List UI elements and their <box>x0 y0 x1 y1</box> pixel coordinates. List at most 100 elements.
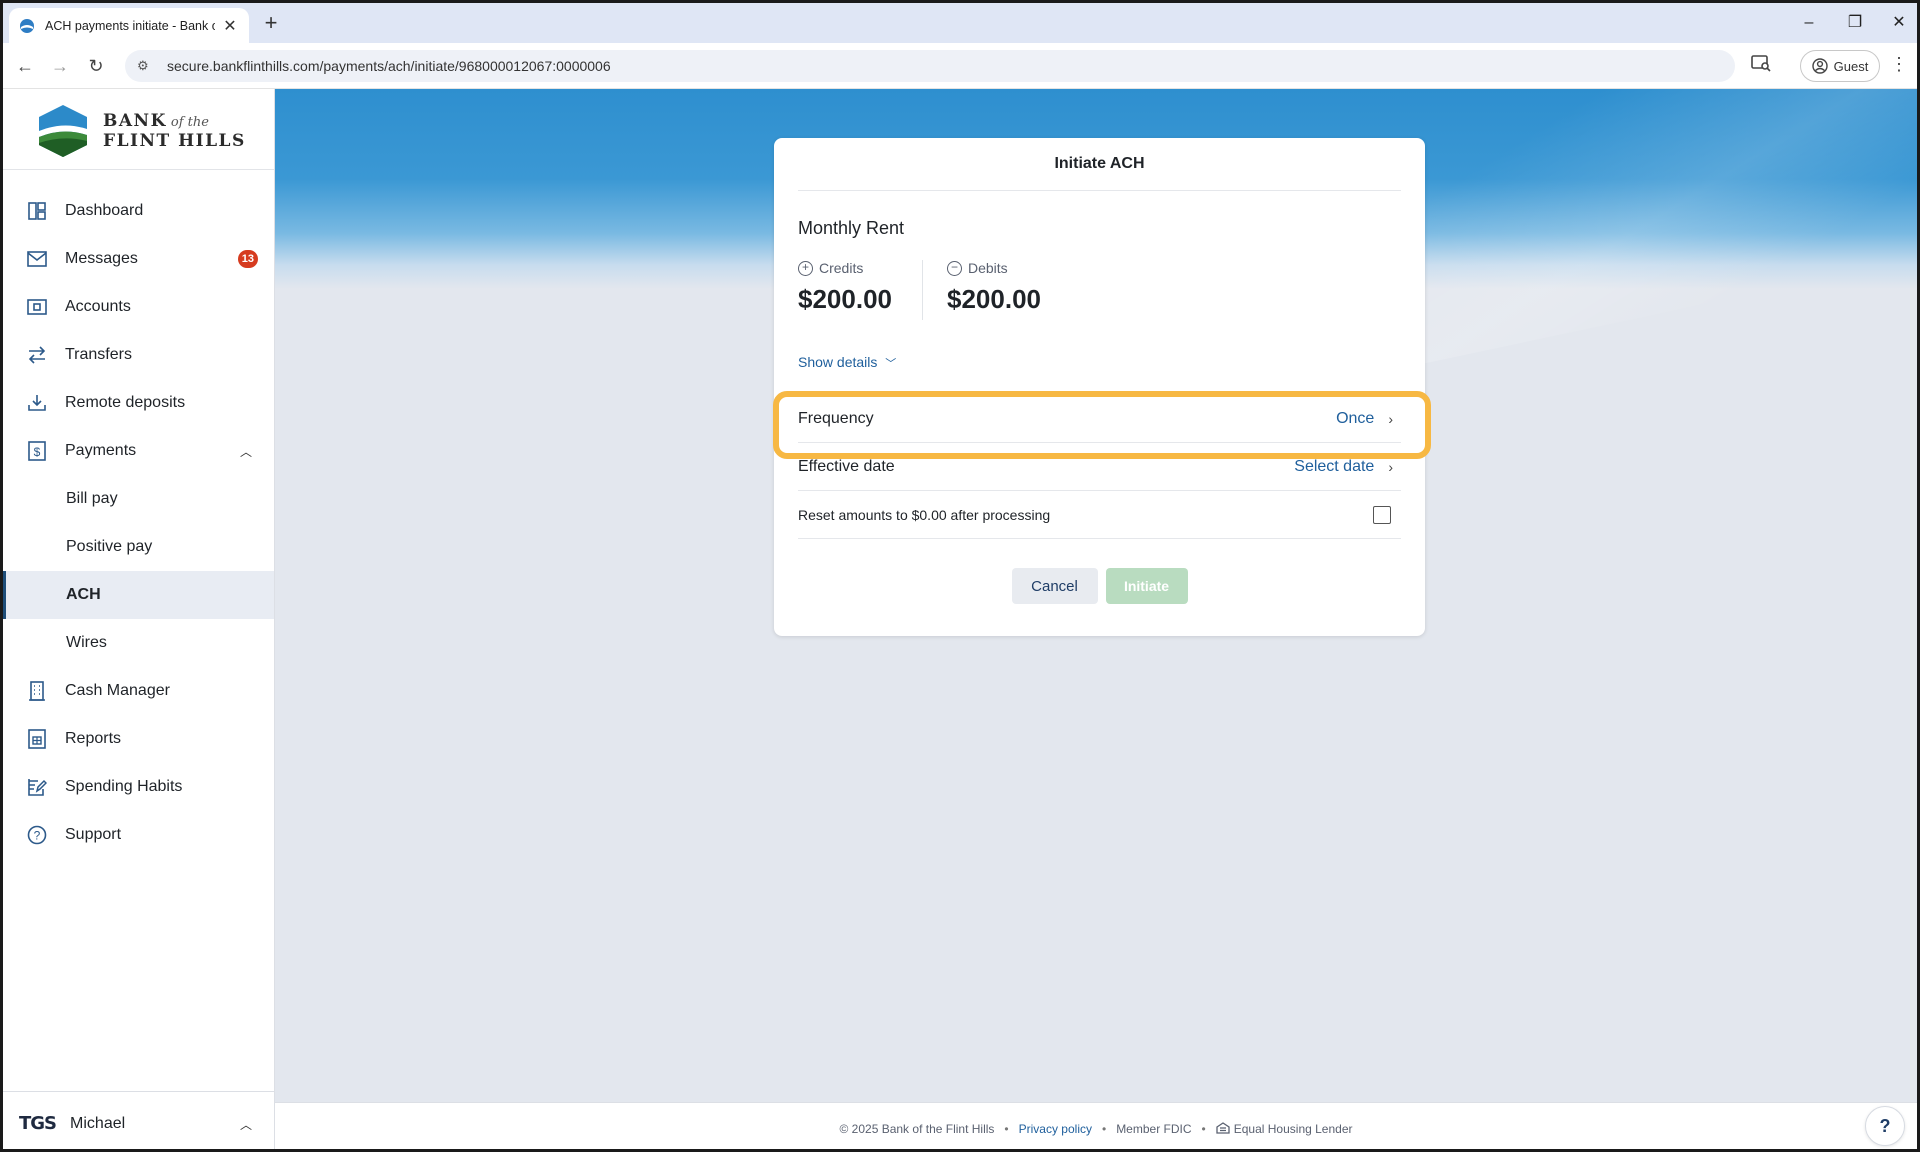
credits-value: $200.00 <box>798 284 892 314</box>
sidebar-item-support[interactable]: ? Support <box>3 811 274 859</box>
browser-toolbar: ← → ↻ ⚙ secure.bankflinthills.com/paymen… <box>3 43 1917 89</box>
reset-amounts-checkbox[interactable] <box>1373 505 1391 524</box>
tab-title: ACH payments initiate - Bank of the Flin… <box>45 18 215 33</box>
sidebar-item-wires[interactable]: Wires <box>3 619 274 667</box>
tab-strip: ACH payments initiate - Bank of the Flin… <box>3 3 1917 43</box>
sidebar-item-label: Dashboard <box>65 202 144 219</box>
close-tab-icon[interactable]: ✕ <box>221 16 239 36</box>
sidebar-item-label: Positive pay <box>66 538 153 555</box>
effective-date-row[interactable]: Effective date Select date › <box>798 443 1401 491</box>
bank-logo-icon <box>39 105 87 157</box>
debits-summary: − Debits $200.00 <box>947 260 1041 315</box>
minimize-icon[interactable]: – <box>1787 9 1831 37</box>
cancel-button[interactable]: Cancel <box>1011 568 1098 604</box>
template-name: Monthly Rent <box>798 218 905 238</box>
close-window-icon[interactable]: ✕ <box>1877 9 1917 37</box>
transfer-icon <box>25 343 49 367</box>
chevron-down-icon: ﹀ <box>885 358 897 370</box>
edit-icon <box>25 775 49 799</box>
sidebar: BANK of the FLINT HILLS Dashboard Message… <box>3 89 275 1149</box>
plus-circle-icon: + <box>798 260 813 276</box>
frequency-value: Once <box>1336 409 1375 427</box>
equal-housing-text: Equal Housing Lender <box>1233 1122 1353 1136</box>
help-circle-icon: ? <box>25 823 49 847</box>
profile-icon <box>1811 58 1828 74</box>
dollar-doc-icon: $ <box>25 439 49 463</box>
debits-label: Debits <box>968 260 1008 276</box>
new-tab-button[interactable]: + <box>257 11 285 37</box>
restore-icon[interactable]: ❐ <box>1833 9 1877 37</box>
dashboard-icon <box>25 199 49 223</box>
svg-text:?: ? <box>34 829 41 843</box>
sidebar-item-label: Messages <box>65 250 138 267</box>
sidebar-item-accounts[interactable]: Accounts <box>3 283 274 331</box>
card-title: Initiate ACH <box>798 138 1401 191</box>
search-tabs-icon[interactable] <box>1748 54 1774 78</box>
reset-amounts-row: Reset amounts to $0.00 after processing <box>798 491 1401 539</box>
separator-dot: • <box>1004 1122 1009 1136</box>
building-icon <box>25 679 49 703</box>
site-info-icon[interactable]: ⚙ <box>137 58 157 74</box>
privacy-policy-link[interactable]: Privacy policy <box>1019 1122 1092 1136</box>
user-menu[interactable]: TGS Michael ︿ <box>3 1091 274 1149</box>
download-icon <box>25 391 49 415</box>
sidebar-item-transfers[interactable]: Transfers <box>3 331 274 379</box>
chevron-right-icon: › <box>1388 410 1393 427</box>
browser-tab[interactable]: ACH payments initiate - Bank of the Flin… <box>9 8 249 43</box>
tgs-logo: TGS <box>19 1113 57 1134</box>
effective-date-value: Select date <box>1294 457 1375 475</box>
profile-label: Guest <box>1833 58 1869 74</box>
messages-badge: 13 <box>237 250 258 268</box>
bank-logo[interactable]: BANK of the FLINT HILLS <box>35 101 246 161</box>
credits-summary: + Credits $200.00 <box>798 260 892 315</box>
sidebar-item-positive-pay[interactable]: Positive pay <box>3 523 274 571</box>
address-bar[interactable]: ⚙ secure.bankflinthills.com/payments/ach… <box>125 50 1735 82</box>
debits-value: $200.00 <box>947 284 1041 314</box>
sidebar-item-label: Spending Habits <box>65 778 183 795</box>
frequency-row[interactable]: Frequency Once › <box>798 395 1401 443</box>
help-button[interactable]: ? <box>1865 1106 1905 1146</box>
report-icon <box>25 727 49 751</box>
show-details-link[interactable]: Show details ﹀ <box>798 354 896 371</box>
url-text: secure.bankflinthills.com/payments/ach/i… <box>167 58 611 74</box>
sidebar-item-spending-habits[interactable]: Spending Habits <box>3 763 274 811</box>
page-footer: © 2025 Bank of the Flint Hills • Privacy… <box>275 1102 1917 1149</box>
card-actions: Cancel Initiate <box>774 568 1425 604</box>
initiate-button[interactable]: Initiate <box>1105 568 1188 604</box>
back-icon[interactable]: ← <box>11 52 39 80</box>
show-details-label: Show details <box>798 354 878 370</box>
sidebar-item-label: ACH <box>66 586 101 603</box>
sidebar-item-payments[interactable]: $ Payments ︿ <box>3 427 274 475</box>
sidebar-item-label: Payments <box>65 442 137 459</box>
sidebar-item-reports[interactable]: Reports <box>3 715 274 763</box>
minus-circle-icon: − <box>947 260 962 276</box>
user-name: Michael <box>70 1114 126 1132</box>
amount-divider <box>922 260 923 320</box>
profile-button[interactable]: Guest <box>1800 50 1880 82</box>
reload-icon[interactable]: ↻ <box>82 52 110 80</box>
sidebar-item-messages[interactable]: Messages 13 <box>3 235 274 283</box>
chevron-up-icon[interactable]: ︿ <box>240 1116 252 1133</box>
sidebar-item-cash-manager[interactable]: Cash Manager <box>3 667 274 715</box>
copyright-text: © 2025 Bank of the Flint Hills <box>839 1122 995 1136</box>
credits-label: Credits <box>819 260 864 276</box>
sidebar-item-ach[interactable]: ACH <box>3 571 274 619</box>
sidebar-item-label: Remote deposits <box>65 394 186 411</box>
separator-dot: • <box>1201 1122 1206 1136</box>
chevron-up-icon[interactable]: ︿ <box>240 443 252 460</box>
sidebar-item-remote-deposits[interactable]: Remote deposits <box>3 379 274 427</box>
sidebar-item-label: Cash Manager <box>65 682 170 699</box>
sidebar-item-bill-pay[interactable]: Bill pay <box>3 475 274 523</box>
sidebar-divider <box>3 169 274 170</box>
forward-icon[interactable]: → <box>46 52 74 80</box>
sidebar-item-label: Support <box>65 826 122 843</box>
bank-favicon-icon <box>20 18 34 33</box>
sidebar-nav: Dashboard Messages 13 Accounts Transfers… <box>3 187 274 859</box>
sidebar-item-label: Accounts <box>65 298 131 315</box>
browser-menu-icon[interactable]: ⋮ <box>1889 54 1909 78</box>
sidebar-item-label: Bill pay <box>66 490 118 507</box>
frequency-label: Frequency <box>798 409 874 427</box>
brand-line2: FLINT HILLS <box>103 131 246 151</box>
sidebar-item-dashboard[interactable]: Dashboard <box>3 187 274 235</box>
equal-housing-icon <box>1216 1121 1230 1137</box>
